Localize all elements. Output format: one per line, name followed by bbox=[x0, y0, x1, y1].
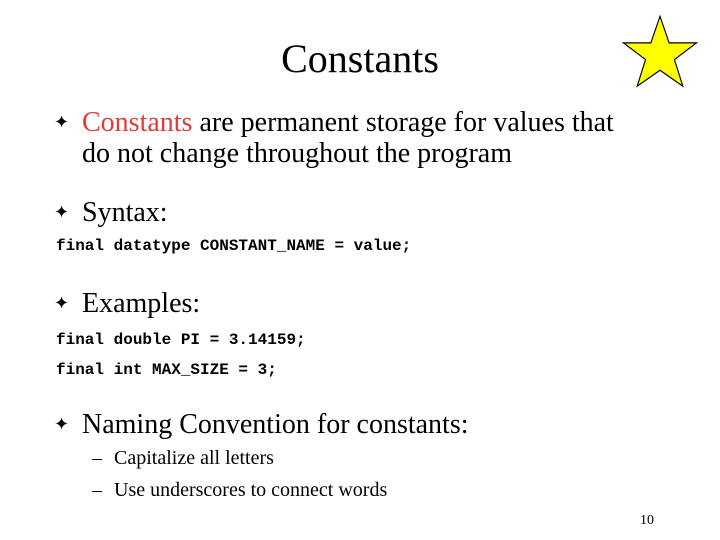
bullet-text-line1: are permanent storage for values that bbox=[192, 107, 614, 138]
slide-title: Constants bbox=[281, 36, 439, 81]
naming-item: – Capitalize all letters bbox=[92, 446, 274, 470]
accent-word: Constants bbox=[82, 107, 193, 138]
naming-item-text: Use underscores to connect words bbox=[114, 479, 388, 501]
bullet-marker-icon: ✦ bbox=[54, 112, 70, 133]
bullet-text: Syntax: bbox=[82, 197, 168, 228]
naming-item-text: Capitalize all letters bbox=[114, 447, 274, 469]
dash-marker: – bbox=[92, 479, 102, 501]
bullet-constants: ✦ Constants are permanent storage for va… bbox=[54, 107, 692, 169]
bullet-text-line2: do not change throughout the program bbox=[82, 138, 513, 169]
page-number: 10 bbox=[640, 513, 654, 528]
star-icon bbox=[622, 14, 698, 88]
bullet-marker-icon: ✦ bbox=[54, 202, 70, 223]
bullet-text: Constants are permanent storage for valu… bbox=[82, 107, 692, 169]
bullet-marker-icon: ✦ bbox=[54, 414, 70, 435]
dash-marker: – bbox=[92, 447, 102, 469]
bullet-syntax: ✦ Syntax: bbox=[54, 197, 692, 228]
bullet-marker-icon: ✦ bbox=[54, 293, 70, 314]
naming-item: – Use underscores to connect words bbox=[92, 478, 387, 502]
bullet-naming-convention: ✦ Naming Convention for constants: bbox=[54, 409, 692, 440]
example-code-line: final int MAX_SIZE = 3; bbox=[56, 361, 277, 379]
bullet-text: Examples: bbox=[82, 288, 201, 319]
slide: Constants ✦ Constants are permanent stor… bbox=[0, 0, 720, 540]
example-code-line: final double PI = 3.14159; bbox=[56, 331, 306, 349]
bullet-examples: ✦ Examples: bbox=[54, 288, 692, 319]
bullet-text: Naming Convention for constants: bbox=[82, 409, 469, 440]
syntax-code: final datatype CONSTANT_NAME = value; bbox=[56, 237, 412, 255]
